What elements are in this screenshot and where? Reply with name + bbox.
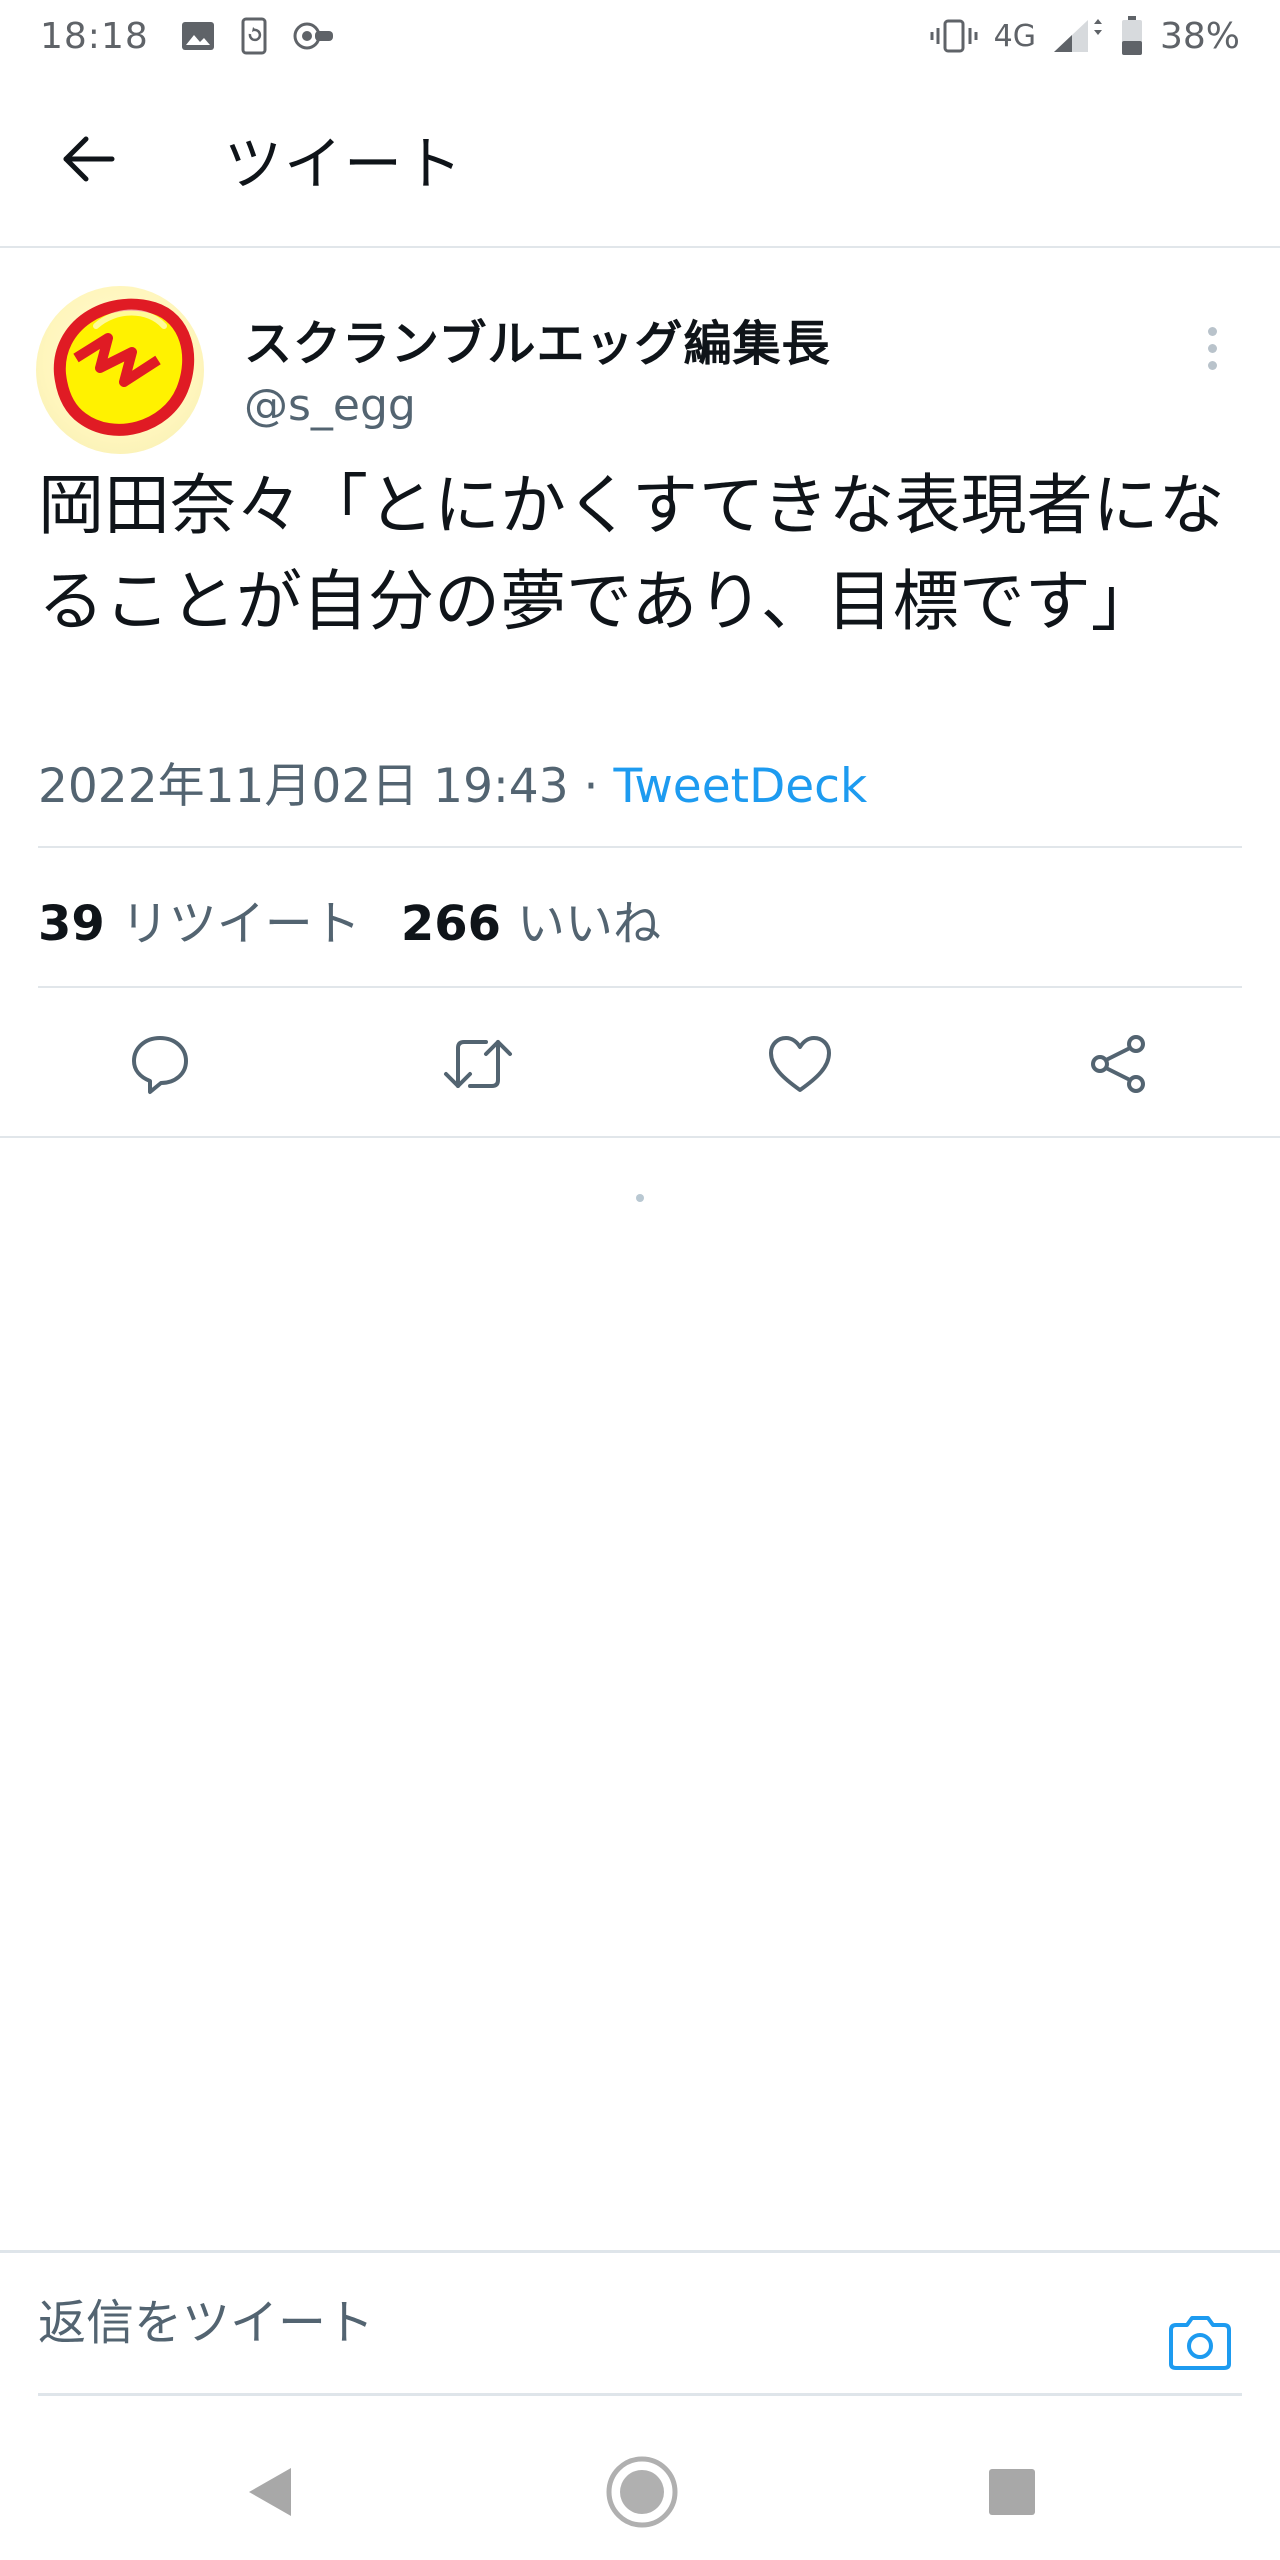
reply-button[interactable] bbox=[110, 1014, 210, 1114]
page-title: ツイート bbox=[224, 130, 465, 198]
system-home-button[interactable] bbox=[592, 2442, 692, 2542]
status-bar: 18:18 4G 38% bbox=[0, 0, 1280, 72]
share-button[interactable] bbox=[1068, 1014, 1168, 1114]
arrow-left-icon bbox=[63, 136, 115, 182]
battery-icon bbox=[1120, 16, 1144, 56]
retweet-stat[interactable]: 39 リツイート bbox=[38, 884, 361, 954]
like-label: いいね bbox=[517, 896, 662, 952]
rotate-icon bbox=[241, 17, 267, 55]
tweet-datetime[interactable]: 2022年11月02日 19:43 bbox=[38, 759, 569, 814]
retweet-button[interactable] bbox=[428, 1014, 528, 1114]
status-notification-icons bbox=[181, 17, 335, 55]
share-icon bbox=[1091, 1035, 1145, 1093]
retweet-label: リツイート bbox=[120, 896, 361, 952]
tweet-detail: スクランブルエッグ編集長 @s_egg 岡田奈々「とにかくすてきな表現者になるこ… bbox=[0, 250, 1280, 814]
status-time: 18:18 bbox=[40, 15, 149, 57]
more-options-icon[interactable] bbox=[1184, 308, 1240, 388]
system-back-button[interactable] bbox=[220, 2442, 320, 2542]
network-type: 4G bbox=[993, 18, 1036, 54]
tweet-source-link[interactable]: TweetDeck bbox=[613, 759, 867, 814]
reply-input[interactable]: 返信をツイート bbox=[38, 2283, 1138, 2353]
square-recents-icon bbox=[989, 2469, 1035, 2515]
status-system-icons: 4G 38% bbox=[930, 16, 1240, 57]
meta-separator: · bbox=[568, 759, 614, 814]
tweet-actions bbox=[0, 988, 1280, 1138]
tweet-stats: 39 リツイート 266 いいね bbox=[38, 884, 661, 954]
vibrate-icon bbox=[930, 18, 978, 54]
back-button[interactable] bbox=[40, 111, 136, 207]
tweet-text: 岡田奈々「とにかくすてきな表現者になることが自分の夢であり、目標です」 bbox=[38, 467, 1225, 640]
like-count: 266 bbox=[400, 896, 502, 952]
tweet-meta: 2022年11月02日 19:43 · TweetDeck bbox=[38, 747, 867, 816]
like-stat[interactable]: 266 いいね bbox=[401, 884, 661, 954]
retweet-count: 39 bbox=[38, 896, 105, 952]
reply-underline bbox=[38, 2393, 1242, 2396]
record-icon bbox=[293, 20, 335, 52]
signal-icon bbox=[1052, 18, 1104, 54]
reply-icon bbox=[132, 1036, 188, 1094]
system-recents-button[interactable] bbox=[962, 2442, 1062, 2542]
retweet-icon bbox=[444, 1040, 512, 1088]
camera-icon bbox=[1169, 2316, 1231, 2370]
top-nav: ツイート bbox=[0, 72, 1280, 248]
like-icon bbox=[769, 1036, 831, 1092]
circle-home-icon bbox=[606, 2456, 678, 2528]
author-handle[interactable]: @s_egg bbox=[244, 380, 416, 431]
system-nav-bar bbox=[0, 2412, 1280, 2560]
triangle-back-icon bbox=[249, 2468, 291, 2516]
like-button[interactable] bbox=[750, 1014, 850, 1114]
reply-bar: 返信をツイート bbox=[0, 2250, 1280, 2410]
author-row: スクランブルエッグ編集長 @s_egg bbox=[0, 250, 1280, 460]
author-name[interactable]: スクランブルエッグ編集長 bbox=[244, 304, 831, 374]
loading-indicator bbox=[636, 1194, 644, 1202]
section-divider bbox=[0, 1136, 1280, 1138]
divider bbox=[38, 846, 1242, 848]
battery-level: 38% bbox=[1159, 15, 1240, 57]
avatar[interactable] bbox=[36, 286, 204, 454]
camera-button[interactable] bbox=[1160, 2303, 1240, 2383]
egg-logo-icon bbox=[53, 298, 195, 436]
image-icon bbox=[181, 21, 215, 51]
